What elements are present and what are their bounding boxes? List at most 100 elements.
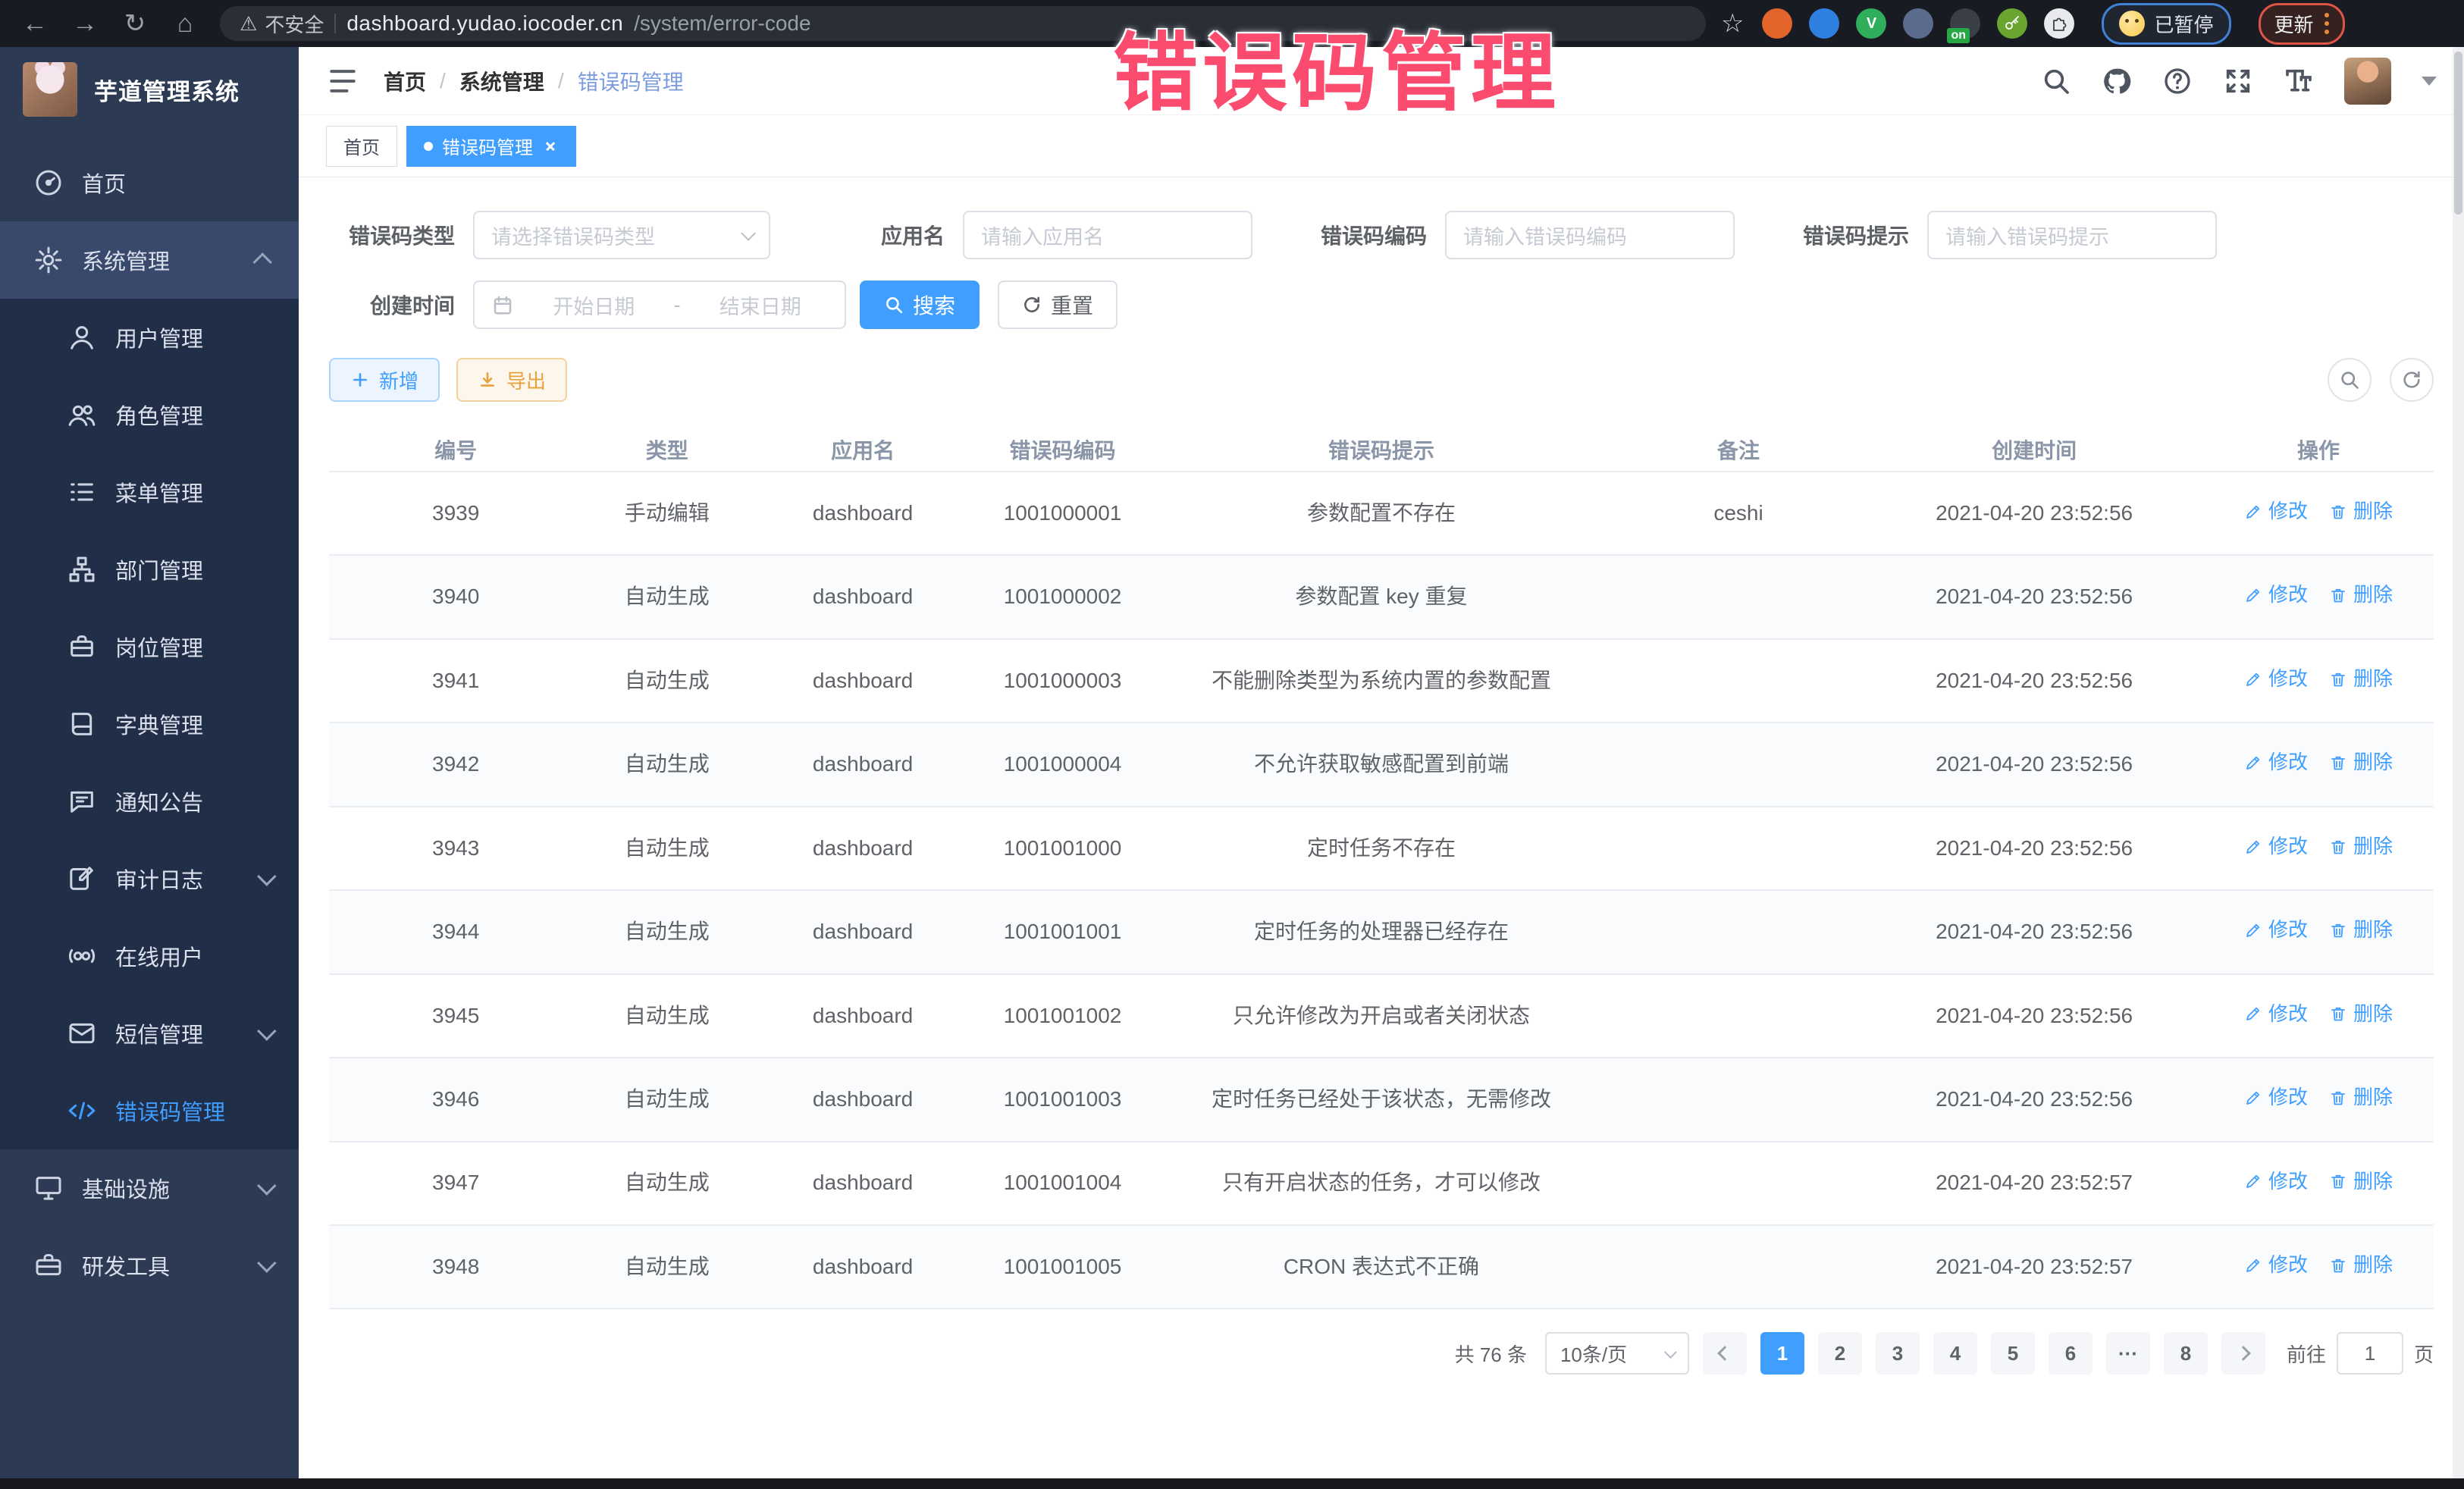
puzzle-extension-icon[interactable] — [2044, 8, 2074, 39]
sidebar-item-user-management[interactable]: 用户管理 — [0, 299, 299, 376]
page-button-2[interactable]: 2 — [1818, 1332, 1862, 1375]
edit-link[interactable]: 修改 — [2244, 916, 2308, 945]
page-scrollbar[interactable] — [2453, 47, 2464, 1478]
error-message-input[interactable]: 请输入错误码提示 — [1927, 211, 2217, 259]
delete-link[interactable]: 删除 — [2329, 497, 2393, 526]
user-avatar[interactable] — [2344, 58, 2391, 105]
pencil-icon — [2244, 1172, 2262, 1190]
page-button-4[interactable]: 4 — [1933, 1332, 1977, 1375]
pager-ellipsis[interactable]: ··· — [2106, 1332, 2150, 1375]
sidebar-item-post-management[interactable]: 岗位管理 — [0, 608, 299, 685]
date-range-picker[interactable]: 开始日期 - 结束日期 — [473, 281, 846, 329]
page-button-1[interactable]: 1 — [1760, 1332, 1804, 1375]
delete-link[interactable]: 删除 — [2329, 1168, 2393, 1196]
sidebar-item-notice-announcement[interactable]: 通知公告 — [0, 763, 299, 840]
edit-link[interactable]: 修改 — [2244, 832, 2308, 861]
breadcrumb-system[interactable]: 系统管理 — [459, 66, 544, 96]
sidebar-item-infrastructure[interactable]: 基础设施 — [0, 1149, 299, 1227]
add-button[interactable]: 新增 — [329, 358, 440, 402]
refresh-table-button[interactable] — [2390, 358, 2434, 402]
green-check-extension-icon[interactable]: V — [1856, 8, 1886, 39]
fullscreen-icon[interactable] — [2223, 66, 2253, 96]
edit-link[interactable]: 修改 — [2244, 497, 2308, 526]
browser-menu-icon[interactable] — [2324, 13, 2329, 34]
delete-link[interactable]: 删除 — [2329, 581, 2393, 610]
sidebar-item-system-management[interactable]: 系统管理 — [0, 221, 299, 299]
delete-link[interactable]: 删除 — [2329, 832, 2393, 861]
sidebar-item-dev-tools[interactable]: 研发工具 — [0, 1227, 299, 1304]
sidebar-item-audit-log[interactable]: 审计日志 — [0, 840, 299, 917]
sidebar-item-online-users[interactable]: 在线用户 — [0, 917, 299, 995]
browser-forward-icon[interactable]: → — [64, 5, 106, 42]
edit-link[interactable]: 修改 — [2244, 581, 2308, 610]
browser-reload-icon[interactable]: ↻ — [114, 5, 156, 42]
error-code-type-select[interactable]: 请选择错误码类型 — [473, 211, 770, 259]
error-code-input[interactable]: 请输入错误码编码 — [1445, 211, 1735, 259]
hide-search-button[interactable] — [2328, 358, 2372, 402]
cell-created-time: 2021-04-20 23:52:56 — [1865, 890, 2203, 973]
browser-update-button[interactable]: 更新 — [2259, 3, 2345, 45]
tab-home[interactable]: 首页 — [326, 126, 397, 167]
font-size-icon[interactable] — [2284, 66, 2314, 96]
goto-page-input[interactable]: 1 — [2337, 1332, 2403, 1375]
sidebar-item-sms-management[interactable]: 短信管理 — [0, 995, 299, 1072]
github-icon[interactable] — [2102, 66, 2132, 96]
page-button-8[interactable]: 8 — [2164, 1332, 2208, 1375]
sidebar-item-dict-management[interactable]: 字典管理 — [0, 685, 299, 763]
sidebar-item-home[interactable]: 首页 — [0, 144, 299, 221]
system-management-submenu: 用户管理角色管理菜单管理部门管理岗位管理字典管理通知公告审计日志在线用户短信管理… — [0, 299, 299, 1149]
browser-home-icon[interactable]: ⌂ — [164, 5, 206, 42]
table-row: 3945自动生成dashboard1001001002只允许修改为开启或者关闭状… — [329, 974, 2434, 1058]
next-page-button[interactable] — [2221, 1332, 2265, 1375]
tab-error-code-management[interactable]: 错误码管理 — [406, 126, 576, 167]
search-button[interactable]: 搜索 — [860, 281, 980, 329]
search-icon — [2339, 369, 2360, 390]
trash-icon — [2329, 670, 2347, 688]
delete-link[interactable]: 删除 — [2329, 1000, 2393, 1029]
app-name-input[interactable]: 请输入应用名 — [963, 211, 1252, 259]
delete-link[interactable]: 删除 — [2329, 916, 2393, 945]
edit-link[interactable]: 修改 — [2244, 1083, 2308, 1112]
pencil-icon — [2244, 1005, 2262, 1023]
delete-link[interactable]: 删除 — [2329, 665, 2393, 694]
collapse-sidebar-icon[interactable] — [326, 64, 359, 98]
app-logo-area[interactable]: 芋道管理系统 — [0, 47, 299, 132]
page-button-5[interactable]: 5 — [1991, 1332, 2035, 1375]
edit-link[interactable]: 修改 — [2244, 748, 2308, 777]
sidebar-item-error-code-management[interactable]: 错误码管理 — [0, 1072, 299, 1149]
browser-back-icon[interactable]: ← — [14, 5, 56, 42]
edit-link[interactable]: 修改 — [2244, 665, 2308, 694]
delete-link[interactable]: 删除 — [2329, 1251, 2393, 1280]
page-size-select[interactable]: 10条/页 — [1545, 1332, 1689, 1375]
page-button-6[interactable]: 6 — [2049, 1332, 2093, 1375]
breadcrumb-home[interactable]: 首页 — [384, 66, 426, 96]
prev-page-button[interactable] — [1703, 1332, 1747, 1375]
switch-extension-icon[interactable]: on — [1950, 8, 1980, 39]
select-placeholder: 请选择错误码类型 — [491, 221, 655, 250]
blue-pin-extension-icon[interactable] — [1809, 8, 1839, 39]
edit-link[interactable]: 修改 — [2244, 1168, 2308, 1196]
page-button-3[interactable]: 3 — [1876, 1332, 1920, 1375]
delete-link[interactable]: 删除 — [2329, 1083, 2393, 1112]
bookmark-star-icon[interactable]: ☆ — [1721, 8, 1744, 39]
search-icon[interactable] — [2041, 66, 2071, 96]
edit-link[interactable]: 修改 — [2244, 1251, 2308, 1280]
edit-link[interactable]: 修改 — [2244, 1000, 2308, 1029]
delete-link[interactable]: 删除 — [2329, 748, 2393, 777]
help-icon[interactable] — [2162, 66, 2193, 96]
paused-extension-pill[interactable]: 已暂停 — [2102, 3, 2230, 45]
reset-button[interactable]: 重置 — [998, 281, 1118, 329]
sidebar-item-dept-management[interactable]: 部门管理 — [0, 531, 299, 608]
scrollbar-thumb[interactable] — [2454, 52, 2462, 215]
user-menu-caret-icon[interactable] — [2422, 77, 2437, 86]
active-tab-dot — [424, 142, 433, 151]
orange-target-extension-icon[interactable] — [1762, 8, 1792, 39]
export-button[interactable]: 导出 — [456, 358, 567, 402]
sidebar-item-role-management[interactable]: 角色管理 — [0, 376, 299, 453]
security-warning[interactable]: ⚠不安全 — [240, 10, 324, 38]
green-key-extension-icon[interactable] — [1997, 8, 2027, 39]
sidebar-item-menu-management[interactable]: 菜单管理 — [0, 453, 299, 531]
cell-type: 自动生成 — [582, 890, 751, 973]
blue-grid-extension-icon[interactable] — [1903, 8, 1933, 39]
tab-close-icon[interactable] — [542, 138, 559, 155]
